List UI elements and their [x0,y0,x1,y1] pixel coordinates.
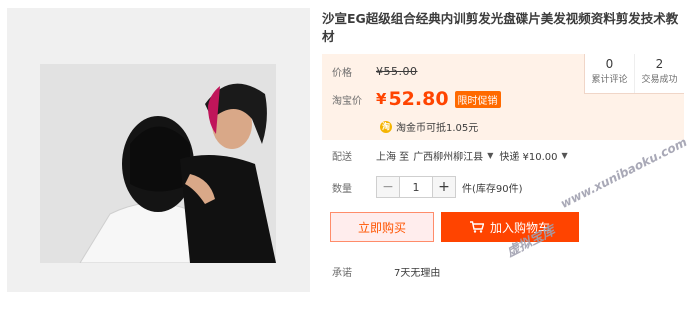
promise-label: 承诺 [332,268,352,279]
quantity-input[interactable]: 1 [399,177,433,197]
review-count-caption: 累计评论 [591,75,628,85]
promise-row: 承诺 7天无理由 [332,264,440,279]
promise-text[interactable]: 7天无理由 [394,264,440,279]
deal-count-number: 2 [655,57,664,71]
decrease-button[interactable]: − [377,177,399,197]
currency-symbol: ¥ [376,90,387,108]
chevron-down-icon[interactable]: ▼ [487,151,493,160]
cart-icon [469,221,484,233]
watermark-url: www.xunibaoku.com [558,134,690,211]
price-panel: 价格 ¥55.00 淘宝价 ¥ 52.80 限时促销 0 累计评论 2 交易成功… [322,54,684,140]
original-price: ¥55.00 [376,65,418,78]
deal-count[interactable]: 2 交易成功 [634,54,684,93]
taobao-price-row: 淘宝价 ¥ 52.80 限时促销 [332,88,501,110]
original-price-label: 价格 [332,68,352,79]
shipping-label: 配送 [332,152,352,163]
product-gallery [7,8,310,292]
review-count-number: 0 [605,57,614,71]
taobao-price: 52.80 [388,88,449,110]
quantity-label: 数量 [332,183,352,195]
quantity-stepper: − 1 + [376,176,456,198]
original-price-row: 价格 ¥55.00 [332,64,418,79]
promo-badge: 限时促销 [454,90,501,108]
coin-discount-text: 淘金币可抵1.05元 [396,123,479,134]
quantity-row: 数量 − 1 + 件(库存90件) [332,176,523,198]
review-count[interactable]: 0 累计评论 [585,54,634,93]
stock-info: 件(库存90件) [462,183,523,195]
ship-from: 上海 至 [376,152,410,163]
product-image[interactable] [40,64,276,263]
deal-count-caption: 交易成功 [641,75,678,85]
taobao-coin-icon: 淘 [380,120,392,133]
increase-button[interactable]: + [433,177,455,197]
sales-stats: 0 累计评论 2 交易成功 [584,54,684,94]
coin-discount: 淘 淘金币可抵1.05元 [380,119,478,134]
shipping-method-select[interactable]: 快递 ¥10.00 [499,148,557,163]
ship-destination-select[interactable]: 广西柳州柳江县 [413,148,483,163]
taobao-price-label: 淘宝价 [332,95,362,107]
add-to-cart-button[interactable]: 加入购物车 [441,212,579,242]
product-title: 沙宣EG超级组合经典内训剪发光盘碟片美发视频资料剪发技术教材 [322,11,679,44]
chevron-down-icon[interactable]: ▼ [562,151,568,160]
shipping-row: 配送 上海 至 广西柳州柳江县 ▼ 快递 ¥10.00 ▼ [332,148,574,163]
buy-now-button[interactable]: 立即购买 [330,212,434,242]
